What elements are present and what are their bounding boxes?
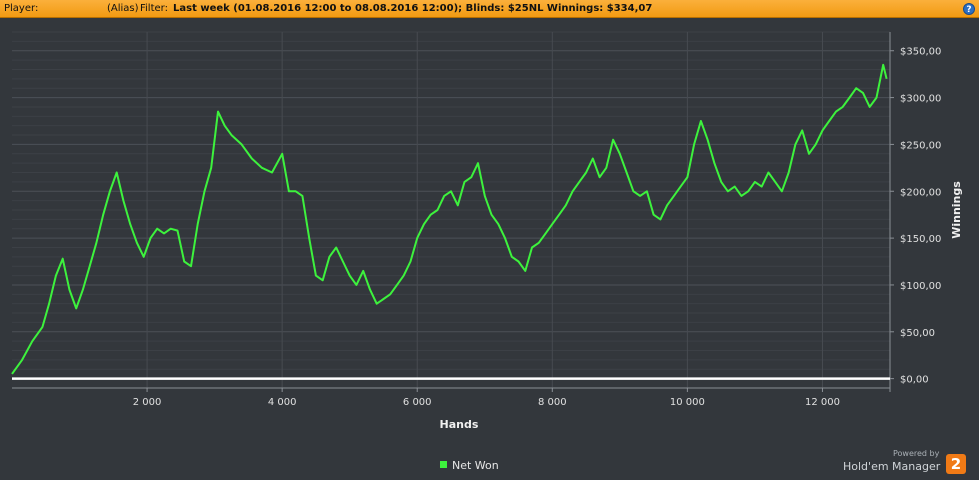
y-tick-label: $100,00: [900, 281, 941, 292]
x-tick-label: 10 000: [670, 397, 705, 408]
hem2-logo-icon: 2: [946, 454, 966, 474]
product-name: Hold'em Manager: [843, 460, 941, 473]
y-tick-label: $50,00: [900, 328, 935, 339]
filter-label: Filter:: [140, 3, 168, 14]
x-tick-label: 8 000: [538, 397, 567, 408]
x-tick-label: 4 000: [268, 397, 297, 408]
help-icon[interactable]: ?: [963, 3, 975, 15]
player-label: Player:: [4, 3, 39, 14]
x-tick-label: 12 000: [805, 397, 840, 408]
legend-swatch-net-won: [440, 461, 447, 468]
y-tick-label: $300,00: [900, 94, 941, 105]
header-bar: Player: (Alias) Filter: Last week (01.08…: [0, 0, 979, 18]
chart-legend: Net Won: [440, 460, 499, 472]
y-tick-label: $150,00: [900, 234, 941, 245]
y-axis-title: Winnings: [950, 181, 963, 239]
x-axis-title: Hands: [440, 418, 479, 431]
y-tick-label: $0,00: [900, 375, 929, 386]
y-tick-label: $350,00: [900, 47, 941, 58]
powered-by-text: Powered by: [893, 449, 940, 458]
player-alias: (Alias): [107, 3, 139, 14]
y-tick-label: $250,00: [900, 140, 941, 151]
y-tick-label: $200,00: [900, 187, 941, 198]
filter-text: Last week (01.08.2016 12:00 to 08.08.201…: [173, 3, 653, 14]
x-tick-label: 6 000: [403, 397, 432, 408]
legend-label-net-won: Net Won: [452, 459, 499, 472]
winnings-chart: $0,00 $50,00 $100,00 $150,00 $200,00 $250,00 $…: [11, 31, 963, 431]
x-tick-label: 2 000: [133, 397, 162, 408]
